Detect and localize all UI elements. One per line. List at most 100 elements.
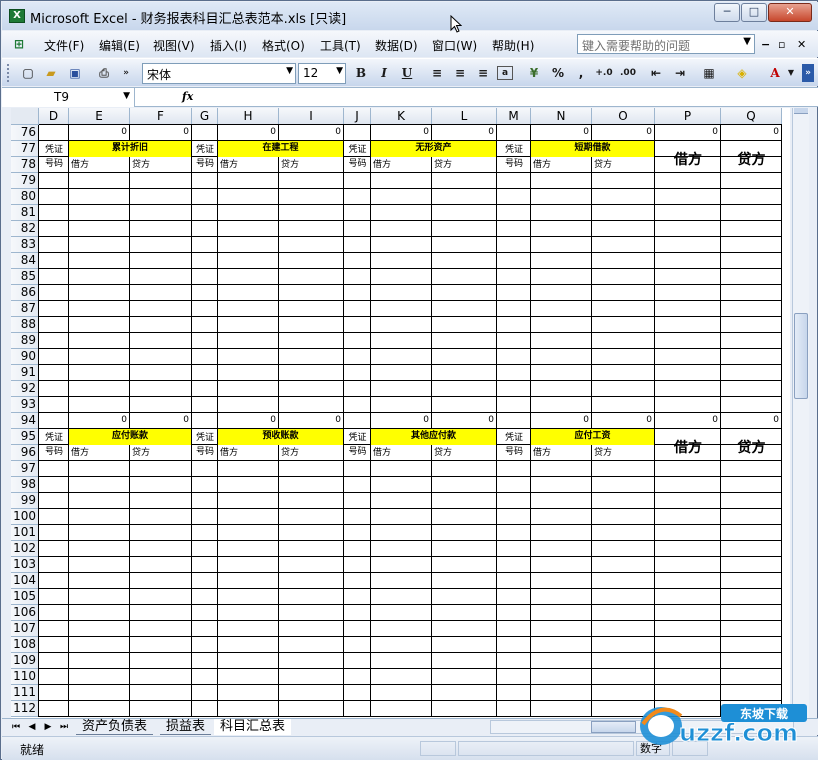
row-header-89[interactable]: 89 [11, 333, 39, 349]
row-header-90[interactable]: 90 [11, 349, 39, 365]
underline-button[interactable]: U [398, 64, 416, 82]
menu-help[interactable]: 帮助(H) [492, 37, 534, 54]
voucher-label-top[interactable]: 凭证 [344, 432, 371, 444]
account-title-cell[interactable]: 在建工程 [218, 141, 343, 157]
row-header-93[interactable]: 93 [11, 397, 39, 413]
voucher-label-bottom[interactable]: 号码 [344, 446, 371, 458]
menu-insert[interactable]: 插入(I) [210, 37, 247, 54]
row-header-95[interactable]: 95 [11, 429, 39, 445]
tab-balance-sheet[interactable]: 资产负债表 [76, 719, 154, 735]
menu-format[interactable]: 格式(O) [262, 37, 305, 54]
menu-window[interactable]: 窗口(W) [432, 37, 477, 54]
account-title-cell[interactable]: 其他应付款 [371, 429, 496, 445]
italic-button[interactable]: I [375, 64, 393, 82]
menu-edit[interactable]: 编辑(E) [99, 37, 140, 54]
column-header-d[interactable]: D [39, 108, 69, 125]
row-header-99[interactable]: 99 [11, 493, 39, 509]
credit-label-cell[interactable]: 贷方 [281, 159, 342, 171]
zero-value-cell[interactable]: 0 [279, 413, 344, 429]
zero-value-cell[interactable]: 0 [69, 125, 130, 141]
debit-total-header[interactable]: 借方 [655, 437, 721, 457]
credit-label-cell[interactable]: 贷方 [281, 447, 342, 459]
row-header-83[interactable]: 83 [11, 237, 39, 253]
row-header-84[interactable]: 84 [11, 253, 39, 269]
chevron-down-icon[interactable]: ▼ [286, 66, 293, 76]
toolbar-options-icon[interactable]: » [802, 64, 814, 82]
credit-label-cell[interactable]: 贷方 [132, 159, 190, 171]
voucher-label-bottom[interactable]: 号码 [192, 446, 218, 458]
zero-value-cell[interactable]: 0 [130, 413, 192, 429]
chevron-down-icon[interactable]: ▼ [743, 36, 751, 47]
menu-tools[interactable]: 工具(T) [320, 37, 361, 54]
row-header-82[interactable]: 82 [11, 221, 39, 237]
row-header-80[interactable]: 80 [11, 189, 39, 205]
chevron-down-icon[interactable]: ▼ [786, 64, 796, 82]
row-header-77[interactable]: 77 [11, 141, 39, 157]
row-header-110[interactable]: 110 [11, 669, 39, 685]
row-header-96[interactable]: 96 [11, 445, 39, 461]
zero-value-cell[interactable]: 0 [371, 413, 432, 429]
row-header-105[interactable]: 105 [11, 589, 39, 605]
save-icon[interactable]: ▣ [66, 64, 84, 82]
chevron-down-icon[interactable]: ▼ [123, 91, 130, 101]
credit-total-header[interactable]: 贷方 [721, 149, 782, 169]
vertical-scrollbar[interactable] [792, 108, 809, 718]
row-header-111[interactable]: 111 [11, 685, 39, 701]
menu-file[interactable]: 文件(F) [44, 37, 84, 54]
debit-label-cell[interactable]: 借方 [71, 447, 128, 459]
currency-icon[interactable]: ¥ [525, 64, 543, 82]
debit-label-cell[interactable]: 借方 [220, 159, 277, 171]
column-header-p[interactable]: P [655, 108, 721, 125]
column-header-k[interactable]: K [371, 108, 432, 125]
doc-close-button[interactable]: ✕ [797, 38, 806, 51]
row-header-106[interactable]: 106 [11, 605, 39, 621]
menu-data[interactable]: 数据(D) [375, 37, 418, 54]
column-header-h[interactable]: H [218, 108, 279, 125]
document-excel-icon[interactable]: ⊞ [8, 35, 30, 53]
close-button[interactable]: ✕ [768, 3, 812, 22]
column-header-e[interactable]: E [69, 108, 130, 125]
row-header-103[interactable]: 103 [11, 557, 39, 573]
column-header-l[interactable]: L [432, 108, 497, 125]
zero-value-cell[interactable]: 0 [432, 413, 497, 429]
align-center-icon[interactable]: ≡ [451, 64, 469, 82]
merge-center-icon[interactable]: a [497, 66, 513, 80]
borders-icon[interactable]: ▦ [700, 64, 718, 82]
new-icon[interactable]: ▢ [19, 64, 37, 82]
account-title-cell[interactable]: 累计折旧 [69, 141, 191, 157]
zero-value-cell[interactable]: 0 [218, 125, 279, 141]
row-header-81[interactable]: 81 [11, 205, 39, 221]
voucher-label-bottom[interactable]: 号码 [192, 158, 218, 170]
last-sheet-button[interactable]: ⏭ [58, 720, 70, 734]
row-header-91[interactable]: 91 [11, 365, 39, 381]
account-title-cell[interactable]: 应付工资 [531, 429, 654, 445]
tab-account-summary[interactable]: 科目汇总表 [214, 719, 292, 735]
debit-label-cell[interactable]: 借方 [533, 447, 590, 459]
row-header-100[interactable]: 100 [11, 509, 39, 525]
menu-view[interactable]: 视图(V) [153, 37, 195, 54]
zero-value-cell[interactable]: 0 [130, 125, 192, 141]
credit-label-cell[interactable]: 贷方 [594, 447, 653, 459]
account-title-cell[interactable]: 短期借款 [531, 141, 654, 157]
indent-increase-icon[interactable]: ⇥ [671, 64, 689, 82]
formula-input[interactable] [198, 90, 798, 105]
zero-value-cell[interactable]: 0 [592, 125, 655, 141]
zero-value-cell[interactable]: 0 [721, 125, 782, 141]
name-box[interactable]: T9 ▼ [2, 88, 135, 107]
voucher-label-top[interactable]: 凭证 [344, 144, 371, 156]
align-left-icon[interactable]: ≡ [428, 64, 446, 82]
zero-value-cell[interactable]: 0 [531, 125, 592, 141]
minimize-button[interactable]: ─ [714, 3, 740, 22]
fx-icon[interactable]: fx [182, 90, 193, 103]
voucher-label-bottom[interactable]: 号码 [39, 446, 69, 458]
zero-value-cell[interactable]: 0 [371, 125, 432, 141]
align-right-icon[interactable]: ≡ [474, 64, 492, 82]
doc-minimize-button[interactable]: − [761, 38, 770, 51]
percent-button[interactable]: % [549, 64, 567, 82]
credit-label-cell[interactable]: 贷方 [132, 447, 190, 459]
row-header-98[interactable]: 98 [11, 477, 39, 493]
zero-value-cell[interactable]: 0 [279, 125, 344, 141]
comma-button[interactable]: , [572, 64, 590, 82]
voucher-label-top[interactable]: 凭证 [39, 144, 69, 156]
zero-value-cell[interactable]: 0 [592, 413, 655, 429]
